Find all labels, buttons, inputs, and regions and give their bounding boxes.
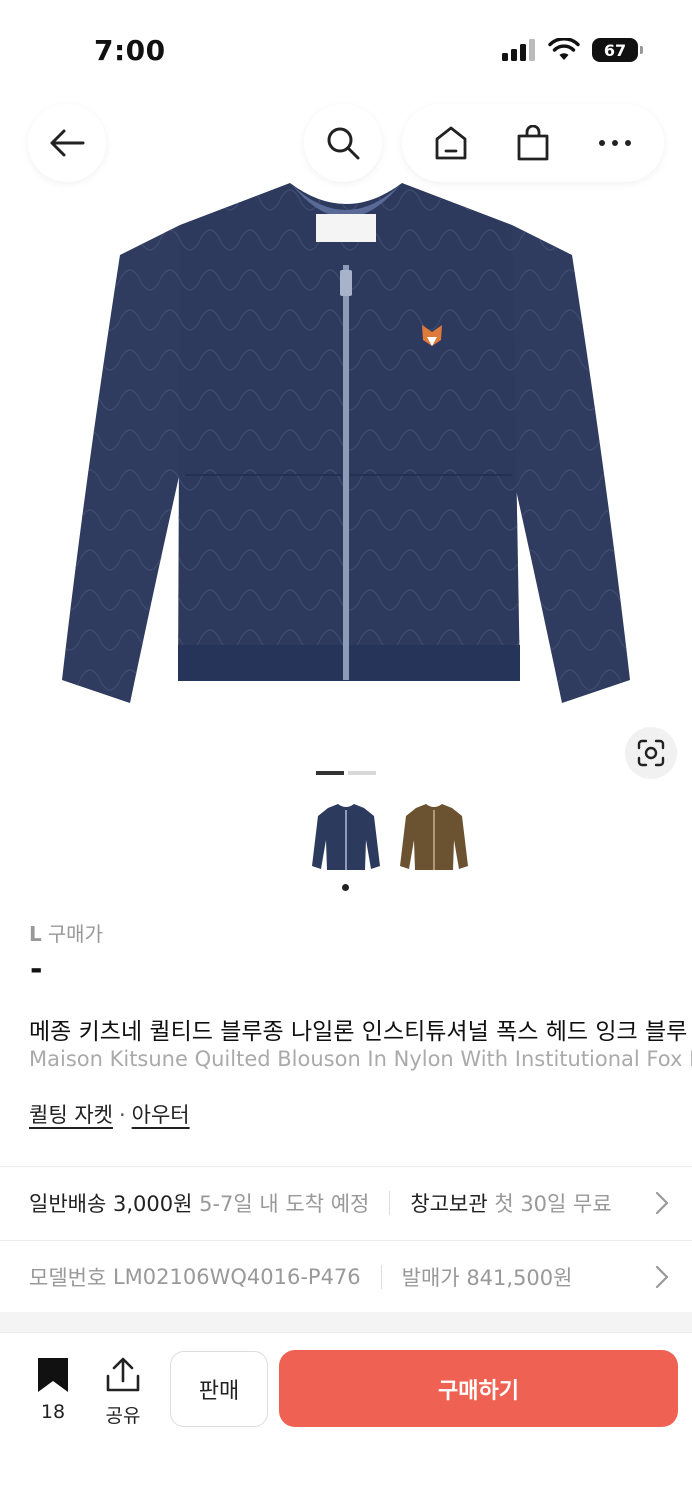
share-icon — [106, 1357, 140, 1392]
share-label: 공유 — [105, 1405, 141, 1427]
nav-actions — [402, 104, 664, 182]
price-value: - — [30, 952, 43, 987]
more-icon — [599, 140, 631, 146]
bookmark-icon — [38, 1358, 68, 1392]
size-price-label: L 구매가 — [29, 918, 103, 947]
section-gap — [0, 1312, 692, 1332]
wifi-icon — [548, 38, 580, 60]
shipping-price: 3,000원 — [112, 1192, 193, 1216]
battery-indicator: 67 — [592, 38, 643, 62]
price-label: 구매가 — [47, 922, 103, 946]
product-title-korean: 메종 키츠네 퀼티드 블루종 나일론 인스티튜셔널 폭스 헤드 잉크 블루 — [29, 1019, 688, 1045]
storage-info: 첫 30일 무료 — [494, 1192, 612, 1216]
product-title-english: Maison Kitsune Quilted Blouson In Nylon … — [29, 1047, 692, 1071]
status-bar: 7:00 67 — [0, 0, 692, 100]
model-info-row[interactable]: 모델번호 LM02106WQ4016-P476 발매가 841,500원 — [29, 1262, 669, 1292]
color-thumbnail-khaki[interactable] — [396, 800, 472, 876]
status-time: 7:00 — [94, 34, 166, 67]
jacket-thumbnail — [400, 804, 468, 870]
storage-label: 창고보관 — [410, 1192, 488, 1216]
home-icon — [435, 126, 467, 160]
chevron-right-icon — [655, 1191, 669, 1215]
row-separator — [380, 1265, 382, 1289]
chevron-right-icon — [655, 1265, 669, 1289]
release-price-label: 발매가 — [401, 1266, 460, 1290]
shopping-bag-icon — [517, 125, 549, 161]
bottom-action-bar: 18 공유 판매 구매하기 — [0, 1332, 692, 1500]
lens-scan-icon — [637, 739, 665, 767]
signal-icon — [502, 39, 535, 61]
category-link-outer[interactable]: 아우터 — [132, 1103, 190, 1127]
status-icons: 67 — [502, 38, 643, 62]
more-button[interactable] — [580, 108, 650, 178]
cart-button[interactable] — [498, 108, 568, 178]
image-search-button[interactable] — [625, 727, 677, 779]
model-label: 모델번호 — [29, 1266, 107, 1290]
jacket-thumbnail — [312, 804, 380, 870]
carousel-indicator-active — [316, 771, 344, 775]
home-button[interactable] — [416, 108, 486, 178]
bookmark-count: 18 — [40, 1401, 66, 1423]
product-image[interactable] — [0, 180, 692, 760]
category-links: 퀼팅 자켓 · 아우터 — [29, 1099, 190, 1129]
search-button[interactable] — [304, 104, 382, 182]
category-separator: · — [118, 1103, 126, 1127]
sell-button[interactable]: 판매 — [170, 1351, 268, 1427]
size-value: L — [29, 922, 42, 946]
jacket-illustration — [62, 183, 630, 703]
shipping-label: 일반배송 — [29, 1192, 107, 1216]
color-thumbnail-navy[interactable] — [308, 800, 384, 876]
arrow-left-icon — [50, 129, 85, 157]
share-button[interactable]: 공유 — [100, 1357, 146, 1428]
shipping-row[interactable]: 일반배송 3,000원 5-7일 내 도착 예정 창고보관 첫 30일 무료 — [29, 1188, 669, 1218]
search-icon — [327, 127, 360, 160]
divider — [0, 1240, 692, 1241]
model-value: LM02106WQ4016-P476 — [112, 1265, 361, 1289]
bookmark-button[interactable]: 18 — [30, 1357, 76, 1423]
category-link-quilted-jacket[interactable]: 퀼팅 자켓 — [29, 1103, 113, 1127]
carousel-indicator — [348, 771, 376, 775]
buy-button[interactable]: 구매하기 — [279, 1350, 678, 1427]
release-price-value: 841,500원 — [466, 1266, 573, 1290]
selected-color-dot — [342, 884, 349, 891]
shipping-eta: 5-7일 내 도착 예정 — [199, 1192, 370, 1216]
back-button[interactable] — [28, 104, 106, 182]
divider — [0, 1166, 692, 1167]
row-separator — [389, 1191, 391, 1215]
